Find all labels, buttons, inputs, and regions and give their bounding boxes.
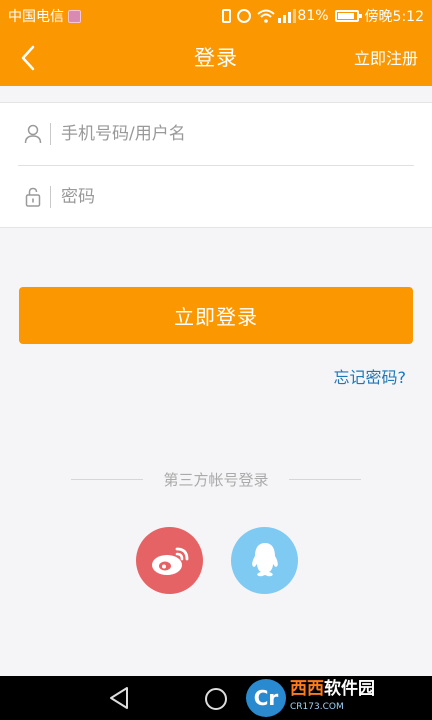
watermark: Cr 西西软件园 CR173.COM (246, 678, 428, 718)
forgot-password-link[interactable]: 忘记密码? (334, 364, 407, 388)
register-button[interactable]: 立即注册 (354, 45, 418, 69)
system-nav-bar: Cr 西西软件园 CR173.COM (0, 676, 432, 720)
triangle-back-icon (110, 687, 128, 709)
qq-login-button[interactable] (231, 527, 298, 594)
status-time: 傍晚5:12 (364, 9, 424, 25)
wifi-icon (257, 9, 276, 23)
qq-penguin-icon (251, 542, 278, 576)
login-form (0, 102, 432, 228)
header: 登录 立即注册 (0, 30, 432, 86)
divider-line (288, 478, 361, 480)
carrier: 中国电信 (8, 6, 81, 26)
login-button[interactable]: 立即登录 (19, 287, 413, 344)
user-icon (18, 124, 48, 144)
watermark-text: 西西软件园 CR173.COM (290, 680, 375, 716)
alarm-icon (237, 9, 252, 23)
signal-icon (277, 9, 297, 23)
vibrate-icon (222, 9, 232, 23)
username-field (0, 103, 432, 165)
watermark-name-white: 软件园 (324, 679, 375, 699)
field-separator (50, 123, 51, 145)
battery-icon (334, 10, 362, 22)
carrier-label: 中国电信 (8, 9, 64, 25)
divider-line (71, 478, 144, 480)
weibo-icon (151, 547, 188, 575)
status-bar: 中国电信 81% 傍晚5:12 (0, 0, 432, 30)
password-input[interactable] (61, 187, 391, 207)
watermark-logo: Cr (246, 679, 286, 717)
app-top-bar: 中国电信 81% 傍晚5:12 登录 立即注册 (0, 0, 432, 86)
weibo-login-button[interactable] (136, 527, 203, 594)
watermark-name-orange: 西西 (290, 679, 324, 699)
watermark-sub: CR173.COM (290, 702, 344, 712)
third-party-label: 第三方帐号登录 (163, 470, 269, 489)
nav-home-button[interactable] (205, 688, 227, 710)
third-party-divider: 第三方帐号登录 (0, 467, 432, 491)
status-icons: 81% 傍晚5:12 (222, 6, 424, 26)
username-input[interactable] (61, 124, 391, 144)
password-field (0, 166, 432, 228)
nav-back-button[interactable] (108, 686, 130, 714)
sim-icon (68, 9, 81, 23)
battery-percent: 81% (297, 8, 329, 24)
lock-icon (18, 187, 48, 207)
field-separator (50, 186, 51, 208)
